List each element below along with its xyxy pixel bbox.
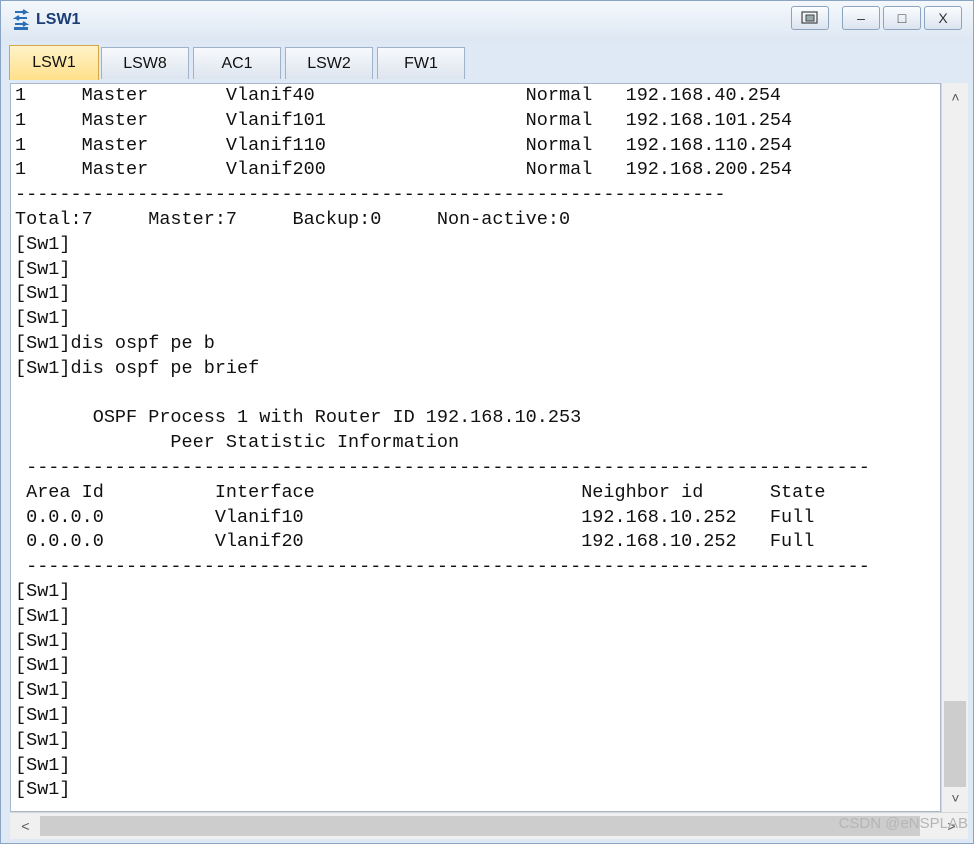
maximize-button[interactable]: □: [883, 6, 921, 30]
minimize-icon: –: [857, 10, 865, 26]
terminal-line: 1 Master Vlanif101 Normal 192.168.101.25…: [15, 109, 793, 131]
terminal-line: 1 Master Vlanif200 Normal 192.168.200.25…: [15, 159, 793, 181]
terminal-line: Peer Statistic Information: [15, 432, 460, 454]
tab-lsw8[interactable]: LSW8: [101, 47, 189, 79]
restore-layout-button[interactable]: [791, 6, 829, 30]
device-tab-bar: LSW1 LSW8 AC1 LSW2 FW1: [9, 45, 963, 80]
terminal-line: [Sw1]: [15, 779, 71, 801]
terminal-line: [Sw1]: [15, 655, 71, 677]
terminal-line: 0.0.0.0 Vlanif20 192.168.10.252 Full: [15, 531, 815, 553]
terminal-line: [Sw1]: [15, 605, 71, 627]
tab-label: LSW8: [123, 54, 167, 72]
close-icon: X: [938, 10, 948, 26]
restore-layout-icon: [801, 11, 818, 24]
chevron-down-icon[interactable]: ˅: [942, 786, 969, 810]
tab-label: LSW2: [307, 54, 351, 72]
chevron-left-icon[interactable]: <: [12, 814, 39, 838]
tab-label: AC1: [221, 54, 253, 72]
terminal-line: Area Id Interface Neighbor id State: [15, 481, 826, 503]
terminal-line: ----------------------------------------…: [15, 184, 726, 206]
horizontal-scrollbar[interactable]: < >: [10, 812, 968, 839]
terminal-line: [Sw1]dis ospf pe b: [15, 333, 215, 354]
vertical-scrollbar[interactable]: ˄ ˅: [941, 83, 968, 812]
terminal-output[interactable]: 1 Master Vlanif40 Normal 192.168.40.254 1…: [10, 83, 941, 812]
terminal-line: Total:7 Master:7 Backup:0 Non-active:0: [15, 209, 571, 230]
terminal-line: [Sw1]: [15, 729, 71, 751]
tab-label: LSW1: [32, 54, 76, 71]
vertical-scroll-thumb[interactable]: [944, 701, 966, 787]
terminal-line: [Sw1]: [15, 283, 71, 305]
terminal-line: [Sw1]: [15, 754, 71, 776]
terminal-line: 0.0.0.0 Vlanif10 192.168.10.252 Full: [15, 506, 815, 528]
minimize-button[interactable]: –: [842, 6, 880, 30]
terminal-line: [Sw1]: [15, 680, 71, 702]
terminal-line: 1 Master Vlanif110 Normal 192.168.110.25…: [15, 134, 793, 156]
window-title: LSW1: [36, 11, 81, 28]
terminal-line: [Sw1]: [15, 233, 71, 255]
terminal-line: 1 Master Vlanif40 Normal 192.168.40.254: [15, 85, 782, 106]
tab-label: FW1: [404, 54, 438, 72]
terminal-line: [Sw1]: [15, 308, 71, 330]
terminal-line: [Sw1]: [15, 705, 71, 726]
maximize-icon: □: [897, 10, 907, 26]
title-bar[interactable]: LSW1 – □ X: [1, 1, 973, 41]
tab-fw1[interactable]: FW1: [377, 47, 465, 79]
terminal-line: ----------------------------------------…: [15, 556, 870, 578]
terminal-line: OSPF Process 1 with Router ID 192.168.10…: [15, 407, 582, 429]
terminal-line: ----------------------------------------…: [15, 457, 870, 478]
switch-app-icon: [12, 9, 30, 30]
watermark: CSDN @eNSPLAB: [838, 815, 968, 832]
terminal-line: [Sw1]: [15, 258, 71, 280]
terminal-line: [Sw1]: [15, 581, 71, 602]
chevron-up-icon[interactable]: ˄: [942, 85, 969, 109]
tab-lsw2[interactable]: LSW2: [285, 47, 373, 79]
terminal-line: [Sw1]dis ospf pe brief: [15, 357, 260, 379]
tab-lsw1[interactable]: LSW1: [9, 45, 99, 80]
terminal-window: LSW1 – □ X LSW1 LSW8 AC1 LSW2 FW1 1 Mast…: [0, 0, 974, 844]
close-button[interactable]: X: [924, 6, 962, 30]
terminal-line: [Sw1]: [15, 630, 71, 652]
tab-ac1[interactable]: AC1: [193, 47, 281, 79]
horizontal-scroll-thumb[interactable]: [40, 816, 920, 836]
